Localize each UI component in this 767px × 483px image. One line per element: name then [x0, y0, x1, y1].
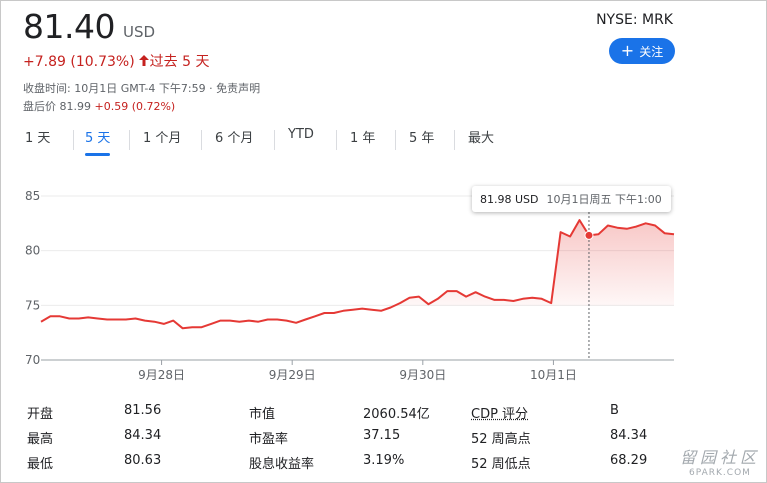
stock-price: 81.40 — [23, 7, 115, 46]
stat-value: 84.34 — [124, 428, 162, 443]
x-tick-label: 9月28日 — [138, 368, 185, 382]
close-time-meta: 收盘时间: 10月1日 GMT-4 下午7:59 · 免责声明 — [23, 82, 261, 95]
stat-label: 股息收益率 — [249, 457, 315, 472]
y-tick-label: 75 — [25, 298, 40, 312]
stat-value: 80.63 — [124, 453, 162, 468]
stat-label: 市值 — [249, 407, 276, 422]
watermark-text: 留园社区 — [679, 448, 760, 467]
arrow-up-icon — [138, 55, 149, 66]
stat-label-cdp[interactable]: CDP 评分 — [471, 403, 528, 422]
finance-card: 81.40 USD +7.89 (10.73%) 过去 5 天 收盘时间: 10月… — [0, 0, 767, 483]
change-period: 过去 5 天 — [149, 54, 210, 70]
follow-button-label: 关注 — [639, 44, 664, 59]
after-hours-change: +0.59 (0.72%) — [94, 100, 176, 113]
stat-value: 2060.54亿 — [363, 407, 430, 422]
stats-row: 最高 84.34 市盈率 37.15 52 周高点 84.34 — [27, 428, 647, 450]
tooltip-time: 10月1日周五 下午1:00 — [546, 193, 662, 206]
stat-label: 52 周高点 — [471, 432, 531, 447]
tab-divider — [73, 130, 74, 150]
stat-label: 最低 — [27, 457, 54, 472]
watermark-logo: 留园社区 6PARK.COM — [680, 444, 760, 478]
stats-row: 最低 80.63 股息收益率 3.19% 52 周低点 68.29 — [27, 453, 647, 475]
stat-value: 37.15 — [363, 428, 401, 443]
stat-value: 81.56 — [124, 403, 162, 418]
after-hours-price: 盘后价 81.99 +0.59 (0.72%) — [23, 98, 175, 114]
y-tick-label: 80 — [25, 244, 40, 258]
tab-max[interactable]: 最大 — [468, 127, 494, 155]
hover-marker[interactable] — [584, 230, 594, 240]
tab-divider — [201, 130, 202, 150]
ticker-symbol: NYSE: MRK — [596, 12, 673, 28]
tab-5d[interactable]: 5 天 — [85, 127, 111, 156]
stat-label: 市盈率 — [249, 432, 289, 447]
stat-label: 52 周低点 — [471, 457, 531, 472]
tab-divider — [395, 130, 396, 150]
y-tick-label: 85 — [25, 189, 40, 203]
price-tooltip: 81.98 USD 10月1日周五 下午1:00 — [472, 186, 671, 212]
stats-row: 开盘 81.56 市值 2060.54亿 CDP 评分 B — [27, 403, 647, 425]
x-tick-label: 9月29日 — [269, 368, 316, 382]
x-tick-label: 9月30日 — [399, 368, 446, 382]
price-change-value: +7.89 (10.73%) — [23, 54, 135, 70]
stat-value: 84.34 — [610, 428, 648, 443]
stat-value: B — [610, 403, 619, 418]
watermark-domain: 6PARK.COM — [689, 468, 751, 478]
tab-ytd[interactable]: YTD — [288, 127, 314, 155]
tab-1m[interactable]: 1 个月 — [143, 127, 181, 155]
tab-1d[interactable]: 1 天 — [25, 127, 50, 155]
tab-divider — [274, 130, 275, 150]
x-tick-label: 10月1日 — [530, 368, 577, 382]
positive-area-fill — [395, 220, 674, 306]
tooltip-price: 81.98 USD — [480, 192, 539, 206]
after-hours-label: 盘后价 81.99 — [23, 100, 95, 113]
stat-value: 68.29 — [610, 453, 648, 468]
tab-5y[interactable]: 5 年 — [409, 127, 434, 155]
plus-icon: + — [620, 40, 635, 60]
stat-value: 3.19% — [363, 453, 405, 468]
follow-button[interactable]: + 关注 — [609, 38, 675, 64]
range-tabs: 1 天 5 天 1 个月 6 个月 YTD 1 年 5 年 最大 — [15, 127, 695, 157]
tab-divider — [454, 130, 455, 150]
y-tick-label: 70 — [25, 353, 40, 367]
stat-label: 开盘 — [27, 407, 54, 422]
tab-divider — [336, 130, 337, 150]
currency-label: USD — [123, 23, 156, 41]
stat-label: 最高 — [27, 432, 54, 447]
tab-divider — [129, 130, 130, 150]
tab-6m[interactable]: 6 个月 — [215, 127, 253, 155]
price-change: +7.89 (10.73%) 过去 5 天 — [23, 51, 209, 71]
tab-1y[interactable]: 1 年 — [350, 127, 375, 155]
